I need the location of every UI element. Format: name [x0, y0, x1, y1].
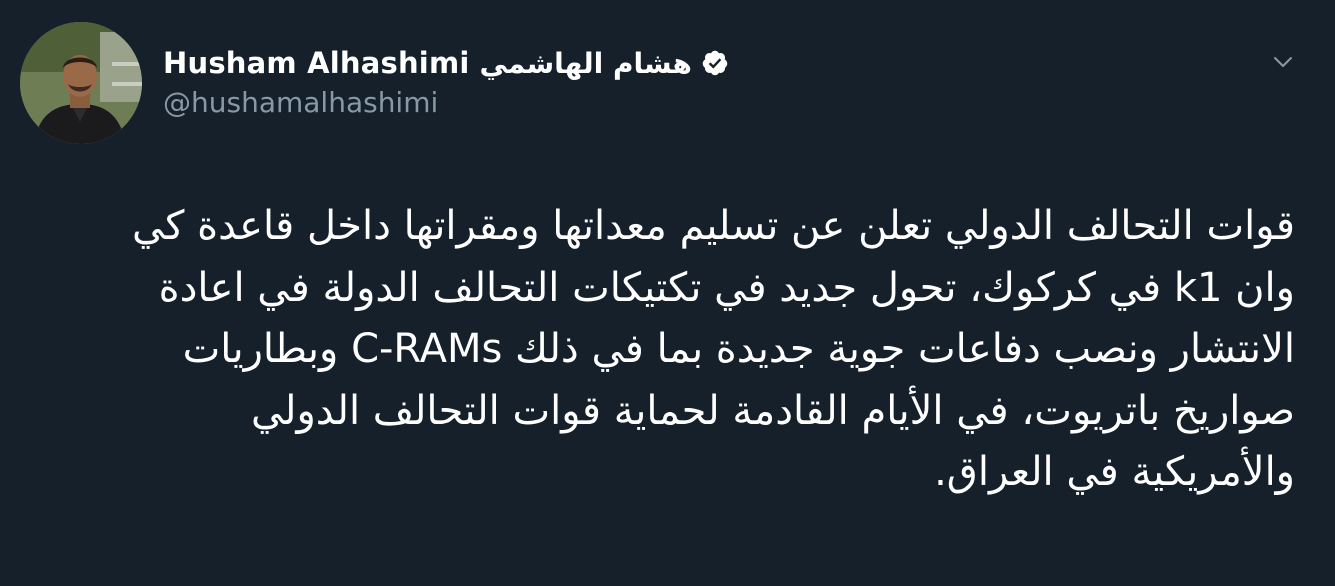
- author-name-ar[interactable]: هشام الهاشمي: [480, 47, 692, 80]
- chevron-down-icon[interactable]: [1271, 50, 1295, 74]
- tweet-text-line: قوات التحالف الدولي تعلن عن تسليم معداته…: [132, 203, 1295, 249]
- tweet-text: قوات التحالف الدولي تعلن عن تسليم معداته…: [45, 196, 1295, 504]
- tweet-text-line: وان k1 في كركوك، تحول جديد في تكتيكات ال…: [158, 264, 1295, 311]
- tweet-text-line: صواريخ باتريوت، في الأيام القادمة لحماية…: [250, 387, 1295, 434]
- avatar[interactable]: [20, 22, 142, 144]
- author-handle[interactable]: @hushamalhashimi: [163, 86, 438, 119]
- author-name-row[interactable]: Husham Alhashimi هشام الهاشمي: [163, 40, 729, 86]
- tweet-card: Husham Alhashimi هشام الهاشمي @hushamalh…: [0, 0, 1335, 586]
- verified-badge-icon: [701, 49, 729, 77]
- author-name-en[interactable]: Husham Alhashimi: [163, 46, 470, 80]
- tweet-text-line: والأمريكية في العراق.: [934, 449, 1295, 495]
- tweet-text-line: الانتشار ونصب دفاعات جوية جديدة بما في ذ…: [182, 326, 1295, 372]
